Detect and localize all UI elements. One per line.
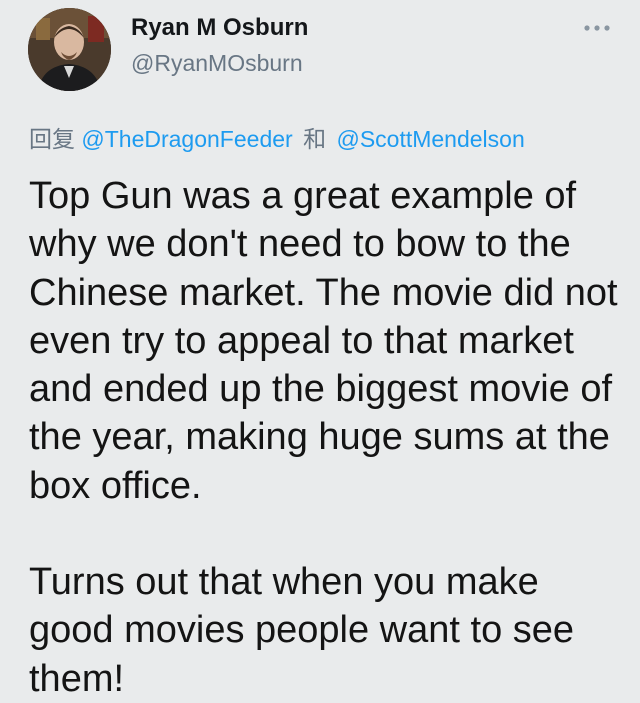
avatar[interactable] xyxy=(28,8,111,91)
tweet-paragraph-1: Top Gun was a great example of why we do… xyxy=(29,175,618,507)
tweet-card: Ryan M Osburn @RyanMOsburn 回复 @TheDragon… xyxy=(0,0,640,700)
tweet-paragraph-2: Turns out that when you make good movies… xyxy=(29,561,575,700)
reply-joiner: 和 xyxy=(303,126,327,152)
mention-link-1[interactable]: @TheDragonFeeder xyxy=(81,126,292,152)
reply-prefix: 回复 xyxy=(29,126,75,152)
reply-context: 回复 @TheDragonFeeder 和 @ScottMendelson xyxy=(29,120,525,154)
mention-link-2[interactable]: @ScottMendelson xyxy=(336,126,524,152)
author-display-name[interactable]: Ryan M Osburn xyxy=(131,14,308,42)
tweet-body: Top Gun was a great example of why we do… xyxy=(29,172,629,703)
more-options-icon[interactable] xyxy=(582,18,612,38)
author-handle[interactable]: @RyanMOsburn xyxy=(131,50,303,77)
